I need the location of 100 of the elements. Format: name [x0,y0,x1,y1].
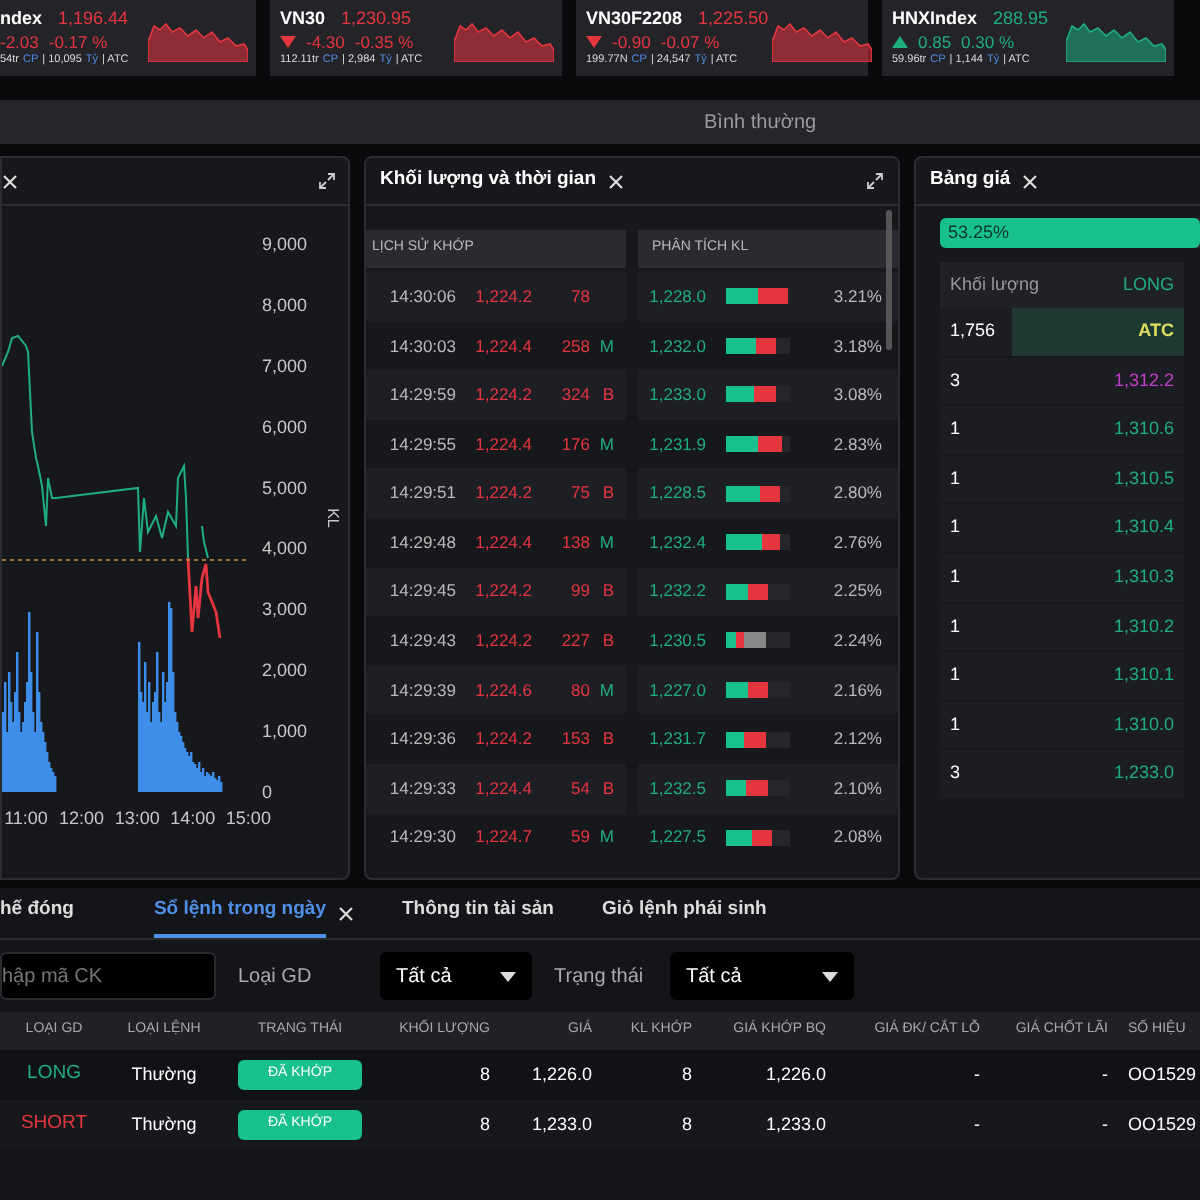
trade-volume: 153 [559,726,590,753]
order-id-cell-text: OO1529 [1126,1061,1199,1088]
orders-tab[interactable]: Sổ lệnh trong ngày [153,888,326,938]
index-change: -0.90 [612,33,651,50]
trade-side: B [600,726,614,753]
trade-volume: 99 [569,578,590,605]
axis-tick-label: 6,000 [262,416,308,437]
index-percent: -0.17 % [48,33,108,50]
analysis-percent: 2.83% [831,431,884,457]
close-icon[interactable] [608,173,624,189]
analysis-price: 1,228.0 [647,283,706,310]
axis-tick-label: 8,000 [262,294,308,315]
axis-tick-label: 7,000 [262,355,308,376]
close-icon[interactable] [337,905,354,921]
volume-cell-text: 1 [948,613,963,640]
trade-volume: 78 [569,283,590,310]
analysis-price: 1,230.5 [647,628,706,654]
index-name: ndex [0,9,43,27]
volume-cell-text: 3 [948,760,963,787]
volume-cell-text: 1,756 [948,318,998,345]
take-profit-cell-text: - [1100,1111,1108,1138]
trade-time: 14:30:03 [387,333,456,359]
index-value: 1,196.44 [58,9,129,27]
trade-price: 1,224.4 [473,333,532,359]
analysis-percent: 2.10% [831,775,884,802]
axis-tick-label: 1,000 [262,721,308,742]
axis-tick-label: 14:00 [170,808,216,828]
axis-title: KL [324,508,342,528]
trade-price: 1,224.7 [473,824,532,851]
axis-tick-label: 13:00 [114,808,160,828]
analysis-price: 1,232.5 [647,775,706,802]
analysis-price: 1,231.9 [647,431,706,457]
panel-title: Khối lượng và thời gian [380,166,596,195]
status-select[interactable]: Tất cả [670,952,854,1000]
price-value: 1,310.5 [1113,465,1174,492]
axis-tick-label: 9,000 [262,234,308,254]
analysis-percent: 2.16% [831,677,884,703]
trade-volume: 138 [559,529,590,556]
orders-tab[interactable]: hế đóng [0,888,74,938]
scrollbar[interactable] [886,210,892,350]
expand-icon[interactable] [866,172,884,190]
trade-side: M [597,431,614,457]
order-id-cell-text: OO1529 [1126,1111,1199,1138]
panel-title: Bảng giá [930,166,1011,195]
expand-icon[interactable] [318,172,336,190]
trade-side: M [597,824,614,851]
trade-time: 14:30:06 [387,283,456,310]
trade-price: 1,224.2 [473,382,532,408]
market-status: Bình thường [704,109,817,137]
symbol-input-field[interactable]: hập mã CK [0,952,216,1000]
index-percent: 0.30 % [961,33,1015,50]
index-change: -2.03 [0,33,39,50]
volume-cell-text: 3 [948,367,963,394]
analysis-percent: 2.76% [831,529,884,556]
trade-price: 1,224.2 [473,726,532,753]
trade-time: 14:29:55 [387,431,456,457]
trade-side: B [600,628,614,654]
close-icon[interactable] [2,173,18,189]
close-icon[interactable] [1022,173,1039,189]
analysis-percent: 3.21% [831,283,884,310]
trade-time: 14:29:51 [387,480,456,507]
price-value: 1,310.6 [1113,416,1174,443]
ratio-label: 53.25% [948,220,1010,246]
filter-label: Loại GD [238,963,314,991]
analysis-price: 1,227.0 [647,677,706,703]
analysis-percent: 2.25% [831,578,884,605]
trade-price: 1,224.2 [473,283,532,310]
orders-tab[interactable]: Giỏ lệnh phái sinh [601,888,767,938]
orders-tab[interactable]: Thông tin tài sản [401,888,554,938]
price-value: 1,310.3 [1113,564,1174,591]
trade-time: 14:29:59 [387,382,456,408]
side-cell-text: LONG [25,1060,83,1089]
dropdown-caret-icon [500,971,516,981]
trade-side: M [597,529,614,556]
index-value: 1,225.50 [698,9,769,27]
price-cell-text: 1,226.0 [529,1061,592,1088]
axis-tick-label: 5,000 [262,477,308,498]
trade-price: 1,224.2 [473,628,532,654]
trade-side: B [600,480,614,507]
avg-price-cell-text: 1,233.0 [763,1111,826,1138]
trade-volume: 176 [559,431,590,457]
trade-time: 14:29:30 [387,824,456,851]
trade-side: M [597,677,614,703]
index-name: VN30F2208 [586,9,683,27]
type-select[interactable]: Tất cả [380,952,532,1000]
analysis-price: 1,228.5 [647,480,706,507]
index-percent: -0.07 % [660,33,720,50]
price-value: ATC [1138,318,1174,345]
index-value: 288.95 [993,9,1049,27]
trade-volume: 80 [569,677,590,703]
axis-tick-label: 3,000 [262,599,308,620]
trade-time: 14:29:39 [387,677,456,703]
axis-tick-label: 0 [262,782,273,802]
index-value: 1,230.95 [341,9,412,27]
volume-cell-text: 8 [477,1061,490,1088]
filter-label: Trạng thái [554,963,646,991]
trade-price: 1,224.6 [473,677,532,703]
trade-side: M [597,333,614,359]
stop-loss-cell-text: - [972,1111,980,1138]
trade-price: 1,224.2 [473,480,532,507]
